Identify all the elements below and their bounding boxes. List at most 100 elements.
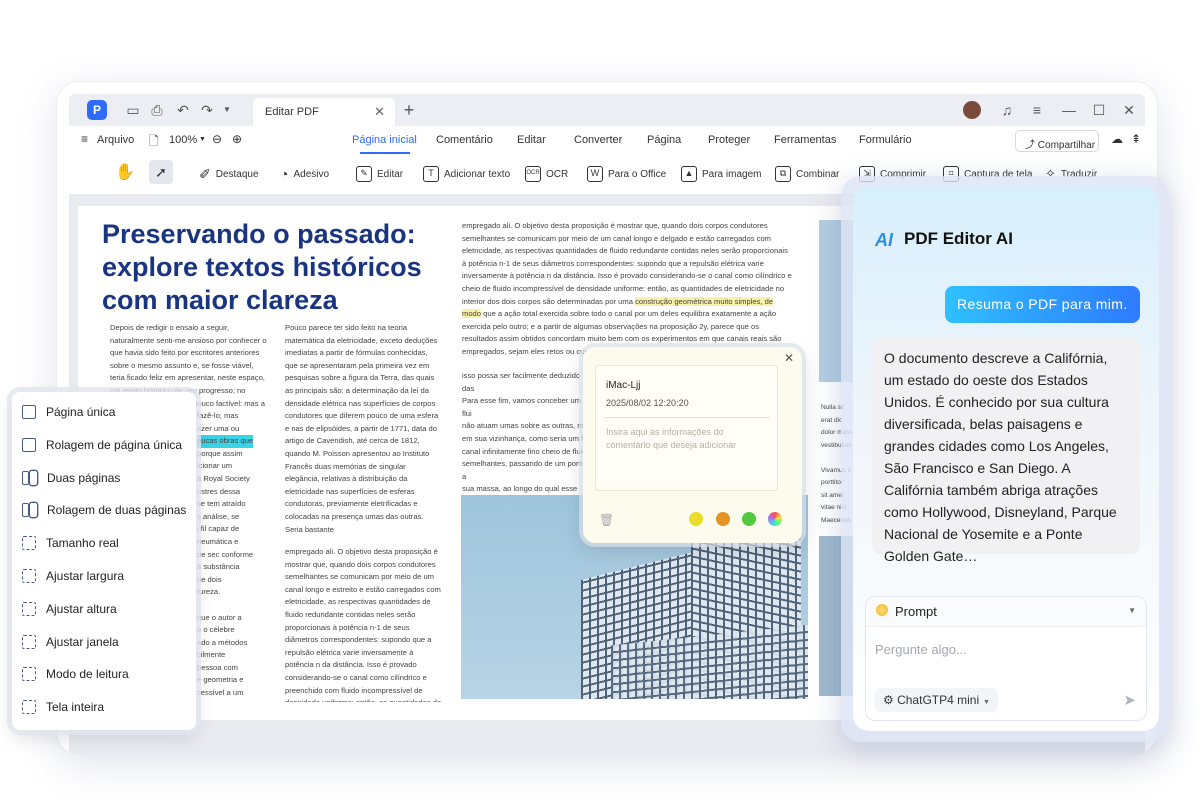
prompt-label: Prompt: [895, 604, 937, 619]
tab-ferramentas[interactable]: Ferramentas: [774, 134, 836, 146]
tool-combinar[interactable]: ⧉ Combinar: [775, 166, 839, 182]
tool-adesivo[interactable]: ◔ Adesivo: [280, 166, 329, 182]
view-menu-item[interactable]: Ajustar janela: [22, 632, 119, 652]
text-line: de sec conforme: [197, 549, 254, 559]
tool-label: Destaque: [215, 169, 259, 180]
share-icon: ⤴: [1025, 140, 1038, 151]
fit-window-icon: [22, 634, 36, 649]
tool-destaque[interactable]: ✐ Destaque: [199, 166, 259, 183]
tool-para-imagem[interactable]: ▲ Para imagem: [681, 166, 761, 182]
tool-label: Combinar: [796, 168, 840, 180]
comment-popup[interactable]: ✕ iMac-Ljj 2025/08/02 12:20:20 Insira aq…: [583, 347, 802, 543]
color-picker-icon[interactable]: [768, 512, 782, 526]
document-tab[interactable]: Editar PDF ✕: [253, 98, 395, 126]
minimize-icon[interactable]: —: [1061, 102, 1077, 118]
tab-converter[interactable]: Converter: [574, 134, 622, 146]
view-menu-item[interactable]: Rolagem de página única: [22, 435, 182, 455]
save-icon[interactable]: ▭: [125, 102, 141, 118]
model-icon: ⚙: [883, 693, 898, 707]
text-line: fazê-lo; mas: [197, 411, 239, 420]
send-icon[interactable]: ➤: [1123, 691, 1136, 709]
close-comment-icon[interactable]: ✕: [784, 351, 794, 365]
collapse-icon[interactable]: ⇞: [1131, 132, 1141, 146]
text-line: se tem atraído: [197, 499, 246, 509]
zoom-out-icon[interactable]: ⊖: [212, 132, 222, 146]
model-name: ChatGTP4 mini: [897, 693, 980, 707]
tool-para-office[interactable]: W Para o Office: [587, 166, 666, 182]
text-line: não atuam umas sobre as outras, mas: [462, 421, 592, 431]
model-selector[interactable]: ⚙ ChatGTP4 mini ▼: [875, 688, 998, 712]
trash-icon[interactable]: 🗑: [599, 513, 614, 527]
text-line: e geometria e: [197, 675, 244, 685]
view-menu-item[interactable]: Ajustar altura: [22, 599, 117, 619]
view-menu-label: Tela inteira: [46, 700, 105, 715]
color-green-swatch[interactable]: [742, 512, 756, 526]
ask-input[interactable]: Pergunte algo...: [875, 642, 967, 657]
single-page-icon: [22, 405, 36, 419]
tab-proteger[interactable]: Proteger: [708, 134, 750, 146]
color-orange-swatch[interactable]: [716, 512, 730, 526]
tool-editar[interactable]: ✎ Editar: [356, 166, 403, 182]
hand-tool-icon[interactable]: ✋: [115, 162, 135, 182]
bell-icon[interactable]: ♫: [999, 102, 1015, 118]
text-line: ado a métodos: [197, 637, 248, 647]
document-tab-title: Editar PDF: [265, 106, 319, 118]
redo-icon[interactable]: ↷: [199, 102, 215, 118]
select-tool-icon[interactable]: ➚: [149, 160, 173, 184]
view-menu-item[interactable]: Duas páginas: [22, 468, 120, 488]
tab-pagina-inicial[interactable]: Página inicial: [352, 134, 417, 146]
single-page-scroll-icon: [22, 437, 36, 452]
app-logo-icon: P: [87, 100, 107, 120]
zoom-level[interactable]: 100%: [169, 134, 197, 146]
zoom-in-icon[interactable]: ⊕: [232, 132, 242, 146]
tab-editar[interactable]: Editar: [517, 134, 546, 146]
page-icon[interactable]: 🗋: [149, 132, 159, 153]
close-tab-icon[interactable]: ✕: [374, 104, 385, 120]
tab-comentario[interactable]: Comentário: [436, 134, 493, 146]
prompt-selector[interactable]: Prompt ▼: [866, 597, 1146, 627]
close-window-icon[interactable]: ✕: [1121, 102, 1137, 118]
print-icon[interactable]: ⎙: [149, 102, 165, 118]
ai-logo-icon: AI: [875, 230, 893, 250]
ocr-icon: OCR: [525, 166, 541, 182]
comment-card: iMac-Ljj 2025/08/02 12:20:20 Insira aqui…: [595, 365, 778, 491]
text-line: tureza.: [197, 587, 221, 597]
prompt-composer[interactable]: Prompt ▼ Pergunte algo... ⚙ ChatGTP4 min…: [865, 596, 1147, 721]
ai-response: O documento descreve a Califórnia, um es…: [872, 338, 1140, 564]
cloud-icon[interactable]: ☁: [1111, 132, 1123, 146]
tool-label: Adesivo: [293, 168, 330, 180]
view-menu-item[interactable]: Modo de leitura: [22, 664, 129, 684]
view-menu-item[interactable]: Tamanho real: [22, 533, 119, 553]
hamburger-icon[interactable]: ≡: [81, 132, 88, 146]
edit-icon: ✎: [356, 166, 372, 182]
text-line: canal infinitamente fino cheio de fluido: [462, 446, 591, 456]
text-line: s análise, se: [197, 511, 240, 521]
new-tab-icon[interactable]: +: [401, 101, 417, 119]
reading-mode-icon: [22, 667, 36, 682]
undo-icon[interactable]: ↶: [175, 102, 191, 118]
quick-access-dropdown-icon[interactable]: ▼: [219, 102, 235, 118]
maximize-icon[interactable]: ☐: [1091, 102, 1107, 118]
tool-label: Editar: [377, 168, 404, 180]
share-button[interactable]: ⤴ Compartilhar: [1015, 130, 1099, 152]
tool-ocr[interactable]: OCR OCR: [525, 166, 568, 182]
tool-adicionar-texto[interactable]: T Adicionar texto: [423, 166, 510, 182]
view-menu-item[interactable]: Tela inteira: [22, 697, 104, 717]
text-line: que o autor a: [197, 612, 242, 622]
color-yellow-swatch[interactable]: [689, 512, 703, 526]
tool-label: Para imagem: [702, 168, 762, 180]
view-menu-item[interactable]: Rolagem de duas páginas: [22, 500, 186, 520]
fit-height-icon: [22, 601, 36, 616]
zoom-dropdown-icon[interactable]: ▼: [199, 136, 206, 143]
view-menu-item[interactable]: Ajustar largura: [22, 566, 124, 586]
view-menu-item[interactable]: Página única: [22, 402, 115, 422]
comment-author: iMac-Ljj: [606, 380, 641, 391]
text-line: isso possa ser facilmente deduzido das: [462, 371, 581, 393]
menu-icon[interactable]: ≡: [1029, 102, 1045, 118]
comment-input[interactable]: Insira aqui as informações do comentário…: [606, 426, 766, 452]
tab-formulario[interactable]: Formulário: [859, 134, 912, 146]
file-menu[interactable]: Arquivo: [97, 134, 134, 146]
tab-pagina[interactable]: Página: [647, 134, 681, 146]
chevron-down-icon[interactable]: ▼: [1128, 606, 1136, 615]
avatar[interactable]: [963, 101, 981, 119]
